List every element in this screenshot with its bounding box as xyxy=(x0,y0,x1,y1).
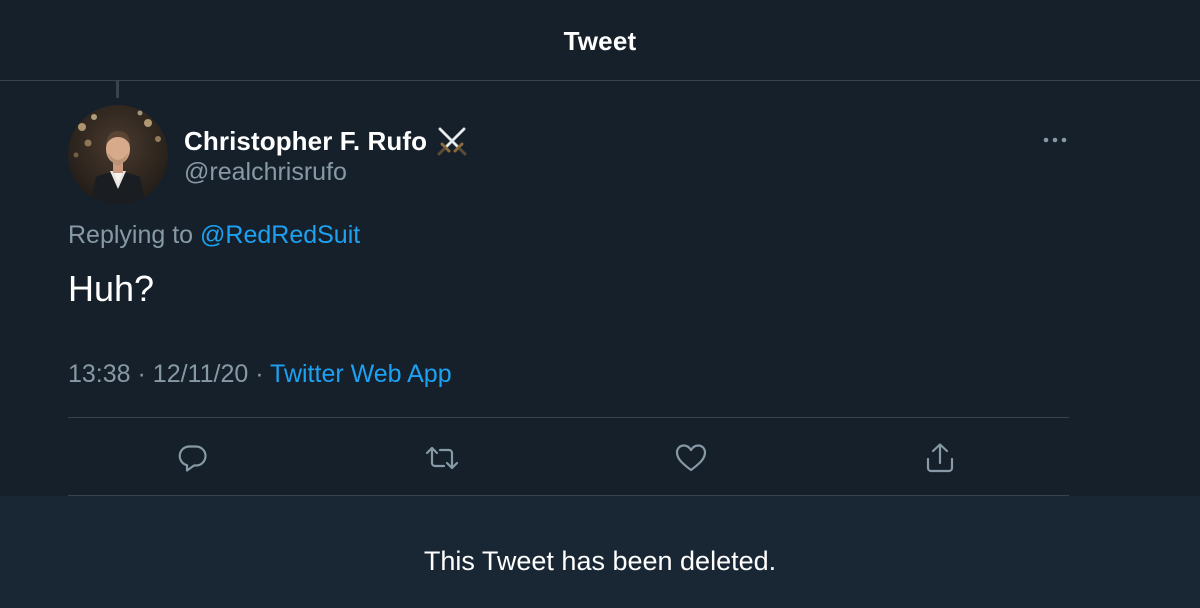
user-handle[interactable]: @realchrisrufo xyxy=(184,158,347,187)
display-name[interactable]: Christopher F. Rufo xyxy=(184,126,427,157)
tweet-detail-screen: Tweet Christopher F. Rufo @realchrisrufo… xyxy=(0,0,1200,608)
reply-button[interactable] xyxy=(175,440,211,476)
action-bar xyxy=(0,418,1200,496)
top-bar: Tweet xyxy=(0,0,1200,81)
meta-separator: · xyxy=(255,360,264,388)
display-name-row[interactable]: Christopher F. Rufo xyxy=(184,124,469,158)
share-icon xyxy=(926,443,954,473)
replying-to-label: Replying to xyxy=(68,221,194,249)
more-options-button[interactable] xyxy=(1035,126,1075,154)
page-title: Tweet xyxy=(563,26,637,56)
replying-to-row: Replying to @RedRedSuit xyxy=(68,221,360,250)
share-button[interactable] xyxy=(922,440,958,476)
tweet-meta: 13:38 · 12/11/20 · Twitter Web App xyxy=(68,360,452,389)
tweet-time: 13:38 xyxy=(68,360,131,388)
tweet-date: 12/11/20 xyxy=(152,360,249,388)
replying-to-link[interactable]: @RedRedSuit xyxy=(200,221,360,249)
crossed-swords-icon xyxy=(435,124,469,158)
thread-connector-line xyxy=(116,81,119,98)
retweet-icon xyxy=(425,446,459,470)
more-dots-icon xyxy=(1043,137,1067,143)
tweet-text: Huh? xyxy=(68,268,155,309)
reply-icon xyxy=(178,445,207,472)
retweet-button[interactable] xyxy=(424,440,460,476)
tweet-source-link[interactable]: Twitter Web App xyxy=(270,360,452,388)
deleted-notice-text: This Tweet has been deleted. xyxy=(423,546,777,576)
meta-separator: · xyxy=(137,360,146,388)
like-button[interactable] xyxy=(673,440,709,476)
heart-icon xyxy=(675,444,707,472)
avatar[interactable] xyxy=(68,105,168,205)
